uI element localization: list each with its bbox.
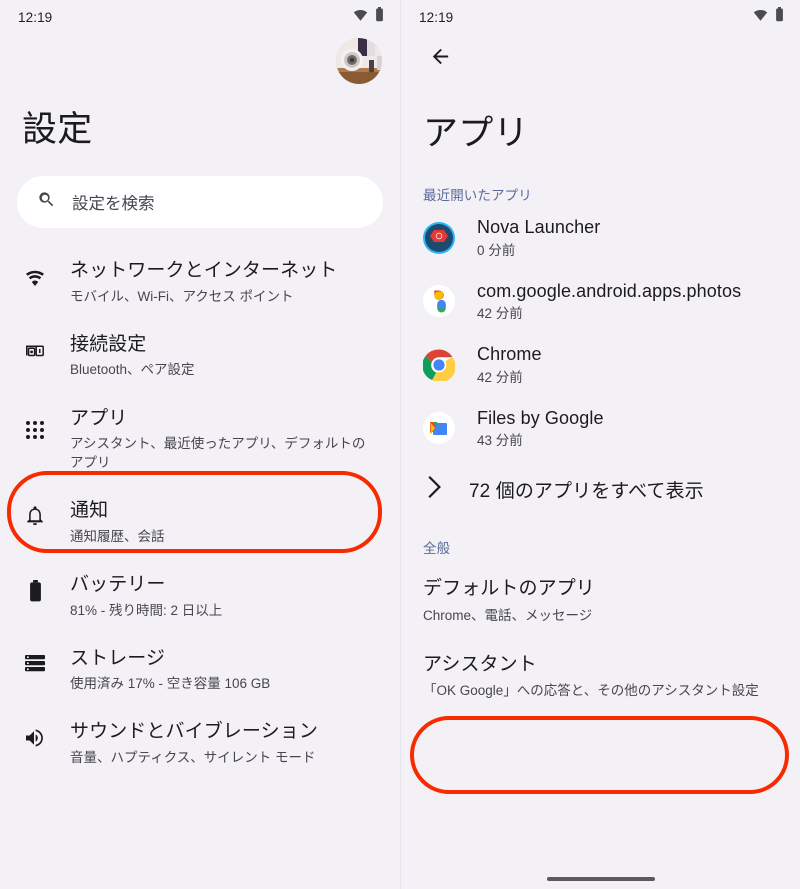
sidebar-item-subtitle: Bluetooth、ペア設定: [70, 362, 195, 378]
sidebar-item-notifications[interactable]: 通知 通知履歴、会話: [0, 484, 400, 558]
connected-devices-icon: [22, 330, 48, 363]
list-item-text: com.google.android.apps.photos 42 分前: [477, 279, 741, 324]
general-section-label: 全般: [423, 541, 451, 556]
sidebar-item-subtitle: モバイル、Wi-Fi、アクセス ポイント: [70, 288, 294, 304]
status-bar-right: 12:19: [401, 0, 800, 34]
volume-icon: [22, 717, 48, 750]
battery-icon: [775, 7, 784, 27]
see-all-apps-button[interactable]: 72 個のアプリをすべて表示: [401, 460, 800, 519]
list-item-text: Files by Google 43 分前: [477, 406, 604, 451]
sidebar-item-text: ネットワークとインターネット モバイル、Wi-Fi、アクセス ポイント: [70, 256, 382, 306]
sidebar-item-connected-devices[interactable]: 接続設定 Bluetooth、ペア設定: [0, 318, 400, 392]
sidebar-item-title: ネットワークとインターネット: [70, 260, 338, 282]
wifi-icon: [353, 8, 368, 26]
sidebar-item-title: 接続設定: [70, 333, 147, 355]
apps-settings-screen: 12:19 アプリ 最近開いたアプリ Nova Launcher 0 分前 co…: [400, 0, 800, 889]
sidebar-item-title: 通知: [70, 500, 109, 522]
general-item-subtitle: Chrome、電話、メッセージ: [423, 607, 593, 623]
sidebar-item-subtitle: 81% - 残り時間: 2 日以上: [70, 602, 223, 618]
settings-home-screen: 12:19 設定 設定を検索 ネットワークとインターネット モバイル、Wi-Fi…: [0, 0, 400, 889]
list-item[interactable]: com.google.android.apps.photos 42 分前: [401, 270, 800, 333]
general-item-assistant[interactable]: アシスタント 「OK Google」への応答と、その他のアシスタント設定: [401, 635, 800, 711]
sidebar-item-subtitle: 通知履歴、会話: [70, 528, 165, 544]
back-bar: [401, 34, 800, 78]
storage-icon: [22, 644, 48, 673]
sidebar-item-text: アプリ アシスタント、最近使ったアプリ、デフォルトのアプリ: [70, 404, 382, 473]
recent-apps-section-label: 最近開いたアプリ: [423, 188, 532, 204]
sidebar-item-text: 通知 通知履歴、会話: [70, 496, 382, 546]
general-item-subtitle: 「OK Google」への応答と、その他のアシスタント設定: [423, 683, 759, 699]
chevron-right-icon: [427, 476, 443, 503]
settings-list: ネットワークとインターネット モバイル、Wi-Fi、アクセス ポイント 接続設定…: [0, 242, 400, 779]
sidebar-item-subtitle: 使用済み 17% - 空き容量 106 GB: [70, 676, 271, 692]
sidebar-item-sound[interactable]: サウンドとバイブレーション 音量、ハプティクス、サイレント モード: [0, 705, 400, 779]
app-time: 42 分前: [477, 369, 523, 385]
list-item-text: Nova Launcher 0 分前: [477, 215, 600, 260]
list-item[interactable]: Chrome 42 分前: [401, 333, 800, 396]
sidebar-item-text: ストレージ 使用済み 17% - 空き容量 106 GB: [70, 644, 382, 694]
wifi-icon: [753, 8, 768, 26]
battery-icon: [22, 570, 48, 603]
sidebar-item-title: アプリ: [70, 407, 128, 429]
wifi-icon: [22, 256, 48, 289]
files-by-google-icon: [423, 412, 455, 445]
highlight-box-default-apps: [410, 716, 789, 794]
sidebar-item-text: サウンドとバイブレーション 音量、ハプティクス、サイレント モード: [70, 717, 382, 767]
avatar-row: [0, 34, 400, 96]
sidebar-item-apps[interactable]: アプリ アシスタント、最近使ったアプリ、デフォルトのアプリ: [0, 392, 400, 485]
general-item-default-apps[interactable]: デフォルトのアプリ Chrome、電話、メッセージ: [401, 559, 800, 635]
sidebar-item-text: 接続設定 Bluetooth、ペア設定: [70, 330, 382, 380]
list-item-text: Chrome 42 分前: [477, 342, 542, 387]
app-name: Nova Launcher: [477, 217, 601, 238]
app-time: 42 分前: [477, 306, 523, 322]
apps-grid-icon: [22, 404, 48, 440]
status-clock: 12:19: [18, 9, 53, 25]
search-icon: [37, 190, 56, 214]
sidebar-item-subtitle: アシスタント、最近使ったアプリ、デフォルトのアプリ: [70, 436, 366, 471]
see-all-apps-label: 72 個のアプリをすべて表示: [469, 481, 704, 502]
nova-launcher-icon: [423, 221, 455, 254]
sidebar-item-network[interactable]: ネットワークとインターネット モバイル、Wi-Fi、アクセス ポイント: [0, 242, 400, 318]
status-icons: [353, 7, 384, 27]
sidebar-item-storage[interactable]: ストレージ 使用済み 17% - 空き容量 106 GB: [0, 632, 400, 706]
app-time: 0 分前: [477, 242, 516, 258]
status-clock: 12:19: [419, 9, 454, 25]
home-indicator: [546, 877, 655, 881]
google-photos-icon: [423, 285, 455, 318]
list-item[interactable]: Nova Launcher 0 分前: [401, 206, 800, 269]
sidebar-item-text: バッテリー 81% - 残り時間: 2 日以上: [70, 570, 382, 620]
app-name: com.google.android.apps.photos: [477, 280, 742, 301]
search-input[interactable]: 設定を検索: [17, 176, 383, 229]
list-item[interactable]: Files by Google 43 分前: [401, 397, 800, 460]
general-item-title: アシスタント: [423, 653, 537, 675]
general-item-title: デフォルトのアプリ: [423, 578, 595, 599]
bell-icon: [22, 496, 48, 527]
sidebar-item-title: ストレージ: [70, 647, 166, 669]
page-title: 設定: [22, 110, 93, 149]
sidebar-item-title: サウンドとバイブレーション: [70, 721, 318, 743]
sidebar-item-battery[interactable]: バッテリー 81% - 残り時間: 2 日以上: [0, 558, 400, 632]
sidebar-item-subtitle: 音量、ハプティクス、サイレント モード: [70, 749, 316, 765]
status-icons: [753, 7, 784, 27]
recent-apps-list: Nova Launcher 0 分前 com.google.android.ap…: [401, 206, 800, 460]
sidebar-item-title: バッテリー: [70, 574, 166, 596]
dual-screenshot-container: 12:19 設定 設定を検索 ネットワークとインターネット モバイル、Wi-Fi…: [0, 0, 800, 889]
app-name: Files by Google: [477, 407, 604, 428]
chrome-icon: [422, 349, 456, 383]
avatar[interactable]: [336, 38, 382, 84]
app-name: Chrome: [477, 344, 542, 365]
app-time: 43 分前: [477, 433, 523, 449]
status-bar-left: 12:19: [0, 0, 400, 34]
page-title: アプリ: [423, 114, 529, 153]
search-placeholder: 設定を検索: [72, 195, 155, 214]
back-arrow-icon[interactable]: [423, 39, 457, 73]
battery-icon: [375, 7, 384, 27]
